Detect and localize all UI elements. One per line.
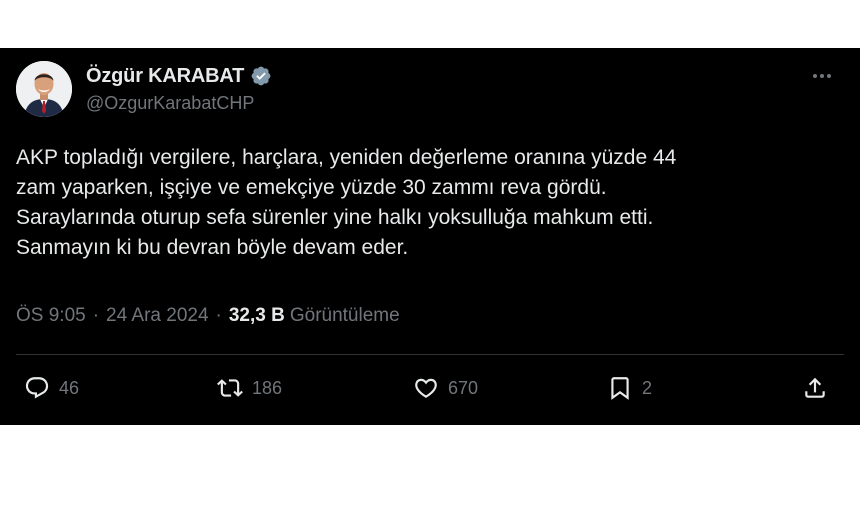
bookmark-icon: [611, 377, 629, 400]
meta-separator: ·: [215, 305, 222, 326]
tweet-time[interactable]: ÖS 9:05: [16, 305, 86, 327]
retweet-count: 186: [252, 377, 283, 398]
avatar[interactable]: [16, 61, 72, 117]
more-dots-icon[interactable]: [810, 66, 834, 86]
avatar-image: [16, 61, 72, 117]
like-count: 670: [448, 377, 479, 398]
share-button[interactable]: [802, 370, 828, 406]
bookmark-count: 2: [642, 377, 653, 398]
handle[interactable]: @OzgurKarabatCHP: [86, 93, 254, 114]
heart-icon: [415, 378, 437, 398]
action-bar: 46 186 670 2: [0, 370, 860, 406]
retweet-icon: [217, 379, 243, 397]
retweet-button[interactable]: 186: [217, 370, 282, 406]
tweet-date[interactable]: 24 Ara 2024: [106, 305, 208, 327]
reply-button[interactable]: 46: [24, 370, 79, 406]
meta-separator: ·: [92, 305, 100, 326]
bookmark-button[interactable]: 2: [607, 370, 652, 406]
like-button[interactable]: 670: [413, 370, 478, 406]
tweet-meta: ÖS 9:05 · 24 Ara 2024 · 32,3 B Görüntüle…: [16, 305, 400, 327]
reply-icon: [25, 377, 49, 399]
name-row: Özgür KARABAT: [86, 64, 272, 88]
tweet-text: AKP topladığı vergilere, harçlara, yenid…: [16, 146, 677, 259]
display-name[interactable]: Özgür KARABAT: [86, 65, 244, 88]
views-label: Görüntüleme: [289, 305, 400, 326]
views-count[interactable]: 32,3 B: [229, 305, 285, 327]
reply-count: 46: [59, 377, 80, 398]
divider: [16, 354, 844, 355]
tweet-card: Özgür KARABAT @OzgurKarabatCHP AKP topla…: [0, 48, 860, 425]
share-icon: [805, 377, 825, 398]
verified-badge-icon[interactable]: [250, 65, 272, 87]
